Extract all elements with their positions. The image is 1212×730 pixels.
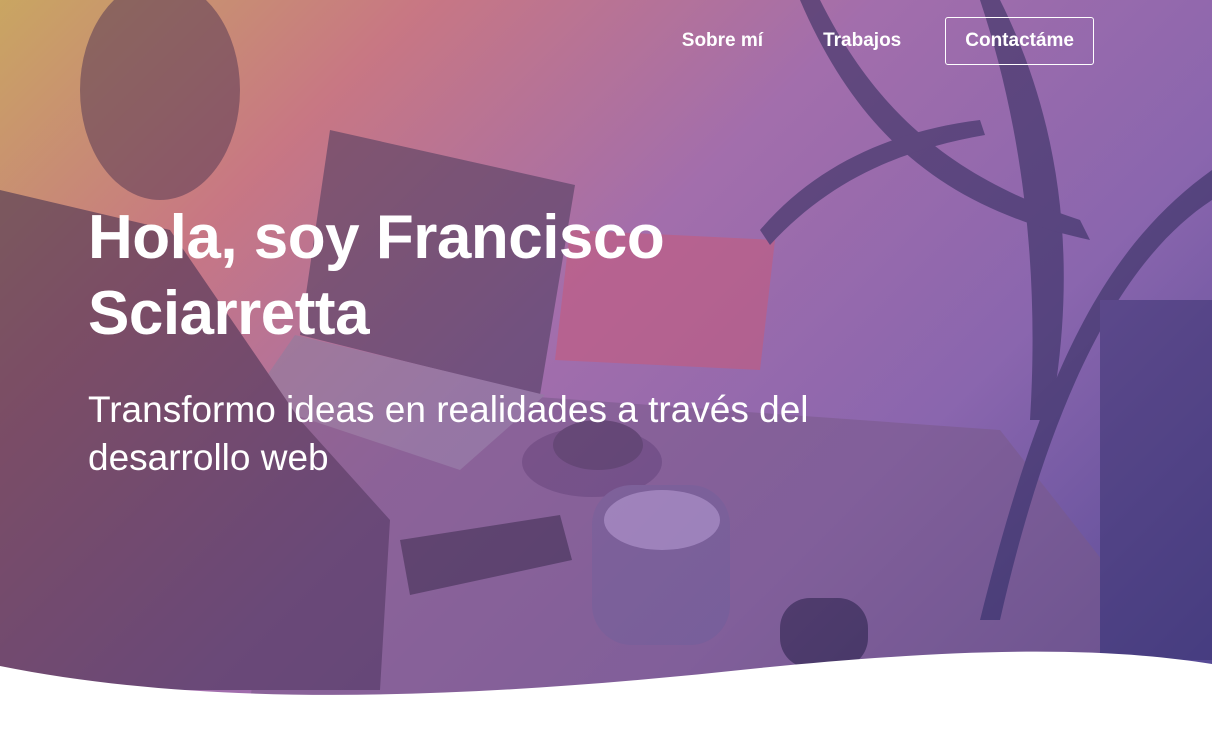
nav-link-about[interactable]: Sobre mí: [652, 18, 793, 64]
hero-section: Sobre mí Trabajos Contactáme Hola, soy F…: [0, 0, 1212, 730]
nav-link-work[interactable]: Trabajos: [793, 18, 931, 64]
top-navigation: Sobre mí Trabajos Contactáme: [652, 17, 1094, 65]
hero-background-photo: [0, 0, 1212, 730]
wave-divider: [0, 651, 1212, 730]
contact-button[interactable]: Contactáme: [945, 17, 1094, 65]
hero-subtitle: Transformo ideas en realidades a través …: [88, 389, 809, 478]
hero-title: Hola, soy Francisco Sciarretta: [88, 203, 665, 348]
